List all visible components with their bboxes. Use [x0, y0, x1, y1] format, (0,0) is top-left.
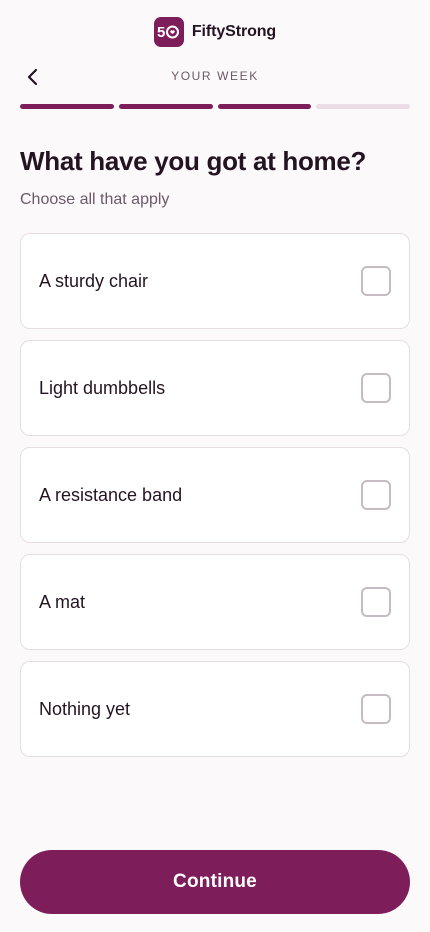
option-nothing-yet[interactable]: Nothing yet: [20, 661, 410, 757]
option-light-dumbbells[interactable]: Light dumbbells: [20, 340, 410, 436]
step-title: YOUR WEEK: [171, 69, 259, 83]
top-bar: YOUR WEEK: [0, 60, 430, 92]
option-label: Nothing yet: [39, 698, 131, 719]
continue-button[interactable]: Continue: [20, 850, 410, 914]
checkbox[interactable]: [361, 587, 391, 617]
option-label: A sturdy chair: [39, 270, 149, 291]
checkbox[interactable]: [361, 373, 391, 403]
option-mat[interactable]: A mat: [20, 554, 410, 650]
option-resistance-band[interactable]: A resistance band: [20, 447, 410, 543]
app-name: FiftyStrong: [191, 23, 277, 40]
checkbox[interactable]: [361, 694, 391, 724]
progress-segment: [118, 104, 213, 109]
options-list: A sturdy chair Light dumbbells A resista…: [20, 233, 410, 768]
progress-segment: [316, 104, 410, 109]
progress-segment: [20, 104, 114, 109]
option-sturdy-chair[interactable]: A sturdy chair: [20, 233, 410, 329]
option-label: Light dumbbells: [39, 377, 166, 398]
checkbox[interactable]: [361, 480, 391, 510]
logo-mark: 5: [157, 24, 179, 41]
app-screen: 5 FiftyStrong YOUR WEEK What have you go…: [0, 0, 430, 932]
progress-segment: [217, 104, 312, 109]
progress-bar: [20, 104, 410, 109]
option-label: A resistance band: [39, 484, 183, 505]
question-title: What have you got at home?: [20, 146, 367, 176]
option-label: A mat: [39, 591, 86, 612]
brand-header: 5 FiftyStrong: [0, 17, 430, 47]
question-hint: Choose all that apply: [20, 191, 170, 208]
app-logo-icon: 5: [153, 17, 184, 47]
svg-text:5: 5: [157, 24, 165, 41]
checkbox[interactable]: [361, 266, 391, 296]
